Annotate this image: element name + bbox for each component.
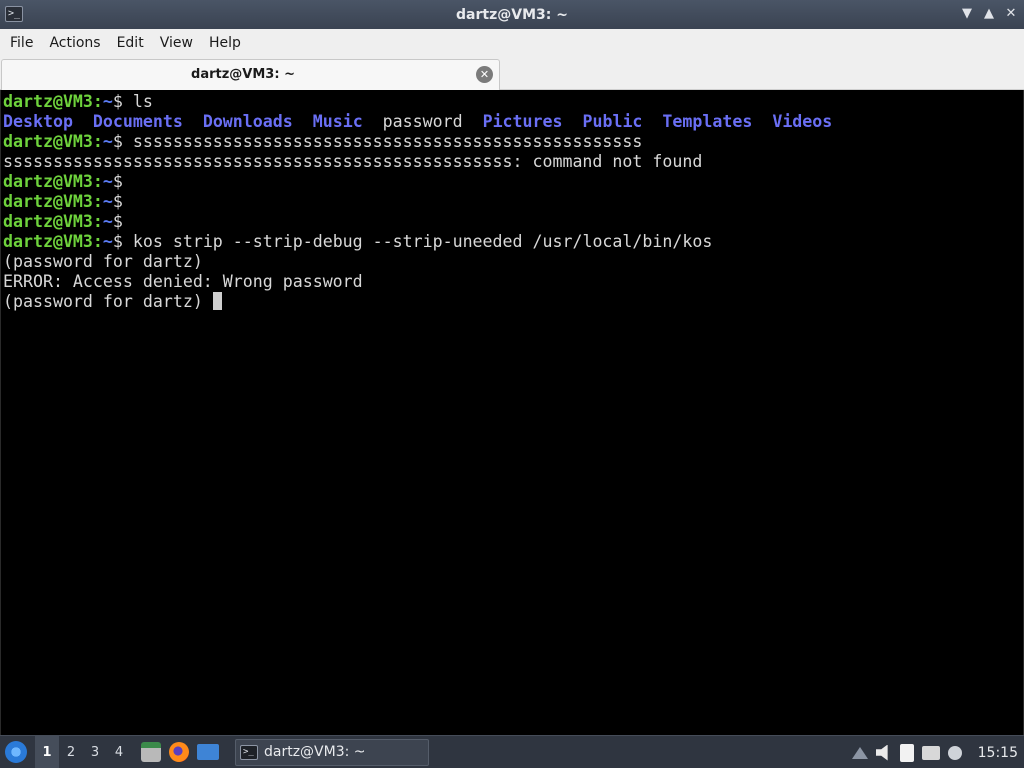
directory-entry: Music (312, 112, 383, 131)
output-text: (password for dartz) (3, 292, 213, 311)
taskbar-terminal-entry[interactable]: >_ dartz@VM3: ~ (235, 738, 429, 766)
desktop-4-button[interactable]: 4 (107, 736, 131, 768)
menu-bar: File Actions Edit View Help (0, 29, 1024, 57)
menu-actions[interactable]: Actions (41, 29, 108, 57)
minimize-icon[interactable]: ▼ (960, 6, 974, 22)
files-icon[interactable] (141, 742, 161, 762)
command-text: $ kos strip --strip-debug --strip-uneede… (112, 232, 713, 251)
tab-close-icon[interactable]: ✕ (476, 66, 493, 83)
terminal-line: dartz@VM3:~$ sssssssssssssssssssssssssss… (3, 132, 832, 152)
terminal-icon: >_ (240, 744, 258, 760)
shell-prompt: dartz@VM3:~ (3, 92, 113, 111)
show-desktop-icon[interactable] (197, 744, 219, 760)
desktop-2-button[interactable]: 2 (59, 736, 83, 768)
notification-icon[interactable] (947, 745, 962, 760)
terminal-line: dartz@VM3:~$ ls (3, 92, 832, 112)
close-icon[interactable]: ✕ (1004, 6, 1018, 22)
command-text: $ (112, 172, 123, 191)
directory-entry: Downloads (202, 112, 313, 131)
shell-prompt: dartz@VM3:~ (3, 192, 113, 211)
command-text: $ ssssssssssssssssssssssssssssssssssssss… (112, 132, 643, 151)
terminal-line: (password for dartz) (3, 292, 832, 312)
tab-label: dartz@VM3: ~ (191, 67, 295, 82)
menu-view[interactable]: View (152, 29, 201, 57)
file-entry: password (382, 112, 483, 131)
tray-arrow-icon[interactable] (851, 746, 868, 759)
terminal-app-icon[interactable]: >_ (5, 6, 23, 22)
network-icon[interactable] (921, 745, 940, 760)
directory-entry: Documents (92, 112, 203, 131)
clipboard-icon[interactable] (899, 743, 914, 762)
command-text: $ (112, 192, 123, 211)
directory-entry: Templates (662, 112, 773, 131)
menu-edit[interactable]: Edit (109, 29, 152, 57)
window-titlebar[interactable]: >_ dartz@VM3: ~ ▼ ▲ ✕ (0, 0, 1024, 29)
system-tray: 15:15 (851, 736, 1024, 768)
terminal-line: Desktop Documents Downloads Music passwo… (3, 112, 832, 132)
clock[interactable]: 15:15 (978, 745, 1018, 761)
output-text: ERROR: Access denied: Wrong password (3, 272, 363, 291)
shell-prompt: dartz@VM3:~ (3, 172, 113, 191)
menu-help[interactable]: Help (201, 29, 249, 57)
terminal-line: ssssssssssssssssssssssssssssssssssssssss… (3, 152, 832, 172)
output-text: (password for dartz) (3, 252, 203, 271)
terminal-output: dartz@VM3:~$ ls Desktop Documents Downloa… (3, 92, 832, 312)
output-text: ssssssssssssssssssssssssssssssssssssssss… (3, 152, 703, 171)
shell-prompt: dartz@VM3:~ (3, 132, 113, 151)
terminal-line: dartz@VM3:~$ (3, 192, 832, 212)
terminal-line: dartz@VM3:~$ (3, 172, 832, 192)
directory-entry: Pictures (482, 112, 583, 131)
firefox-icon[interactable] (169, 742, 189, 762)
maximize-icon[interactable]: ▲ (982, 6, 996, 22)
menu-file[interactable]: File (2, 29, 41, 57)
window-title: dartz@VM3: ~ (456, 6, 568, 23)
terminal-line: dartz@VM3:~$ (3, 212, 832, 232)
volume-icon[interactable] (875, 744, 888, 761)
start-menu-icon[interactable] (5, 741, 27, 763)
tab-bar: dartz@VM3: ~ ✕ (0, 57, 1024, 90)
taskbar: 1 2 3 4 >_ dartz@VM3: ~ 15:15 (0, 735, 1024, 768)
tab-terminal[interactable]: dartz@VM3: ~ ✕ (1, 59, 500, 90)
terminal-area[interactable]: dartz@VM3:~$ ls Desktop Documents Downloa… (0, 90, 1024, 735)
shell-prompt: dartz@VM3:~ (3, 212, 113, 231)
desktop-1-button[interactable]: 1 (35, 735, 59, 768)
desktop-3-button[interactable]: 3 (83, 736, 107, 768)
text-cursor (212, 292, 222, 310)
terminal-line: (password for dartz) (3, 252, 832, 272)
command-text: $ (112, 212, 123, 231)
directory-entry: Desktop (3, 112, 93, 131)
directory-entry: Public (582, 112, 663, 131)
directory-entry: Videos (772, 112, 833, 131)
shell-prompt: dartz@VM3:~ (3, 232, 113, 251)
command-text: $ ls (112, 92, 153, 111)
task-label: dartz@VM3: ~ (264, 744, 366, 760)
terminal-line: dartz@VM3:~$ kos strip --strip-debug --s… (3, 232, 832, 252)
terminal-line: ERROR: Access denied: Wrong password (3, 272, 832, 292)
